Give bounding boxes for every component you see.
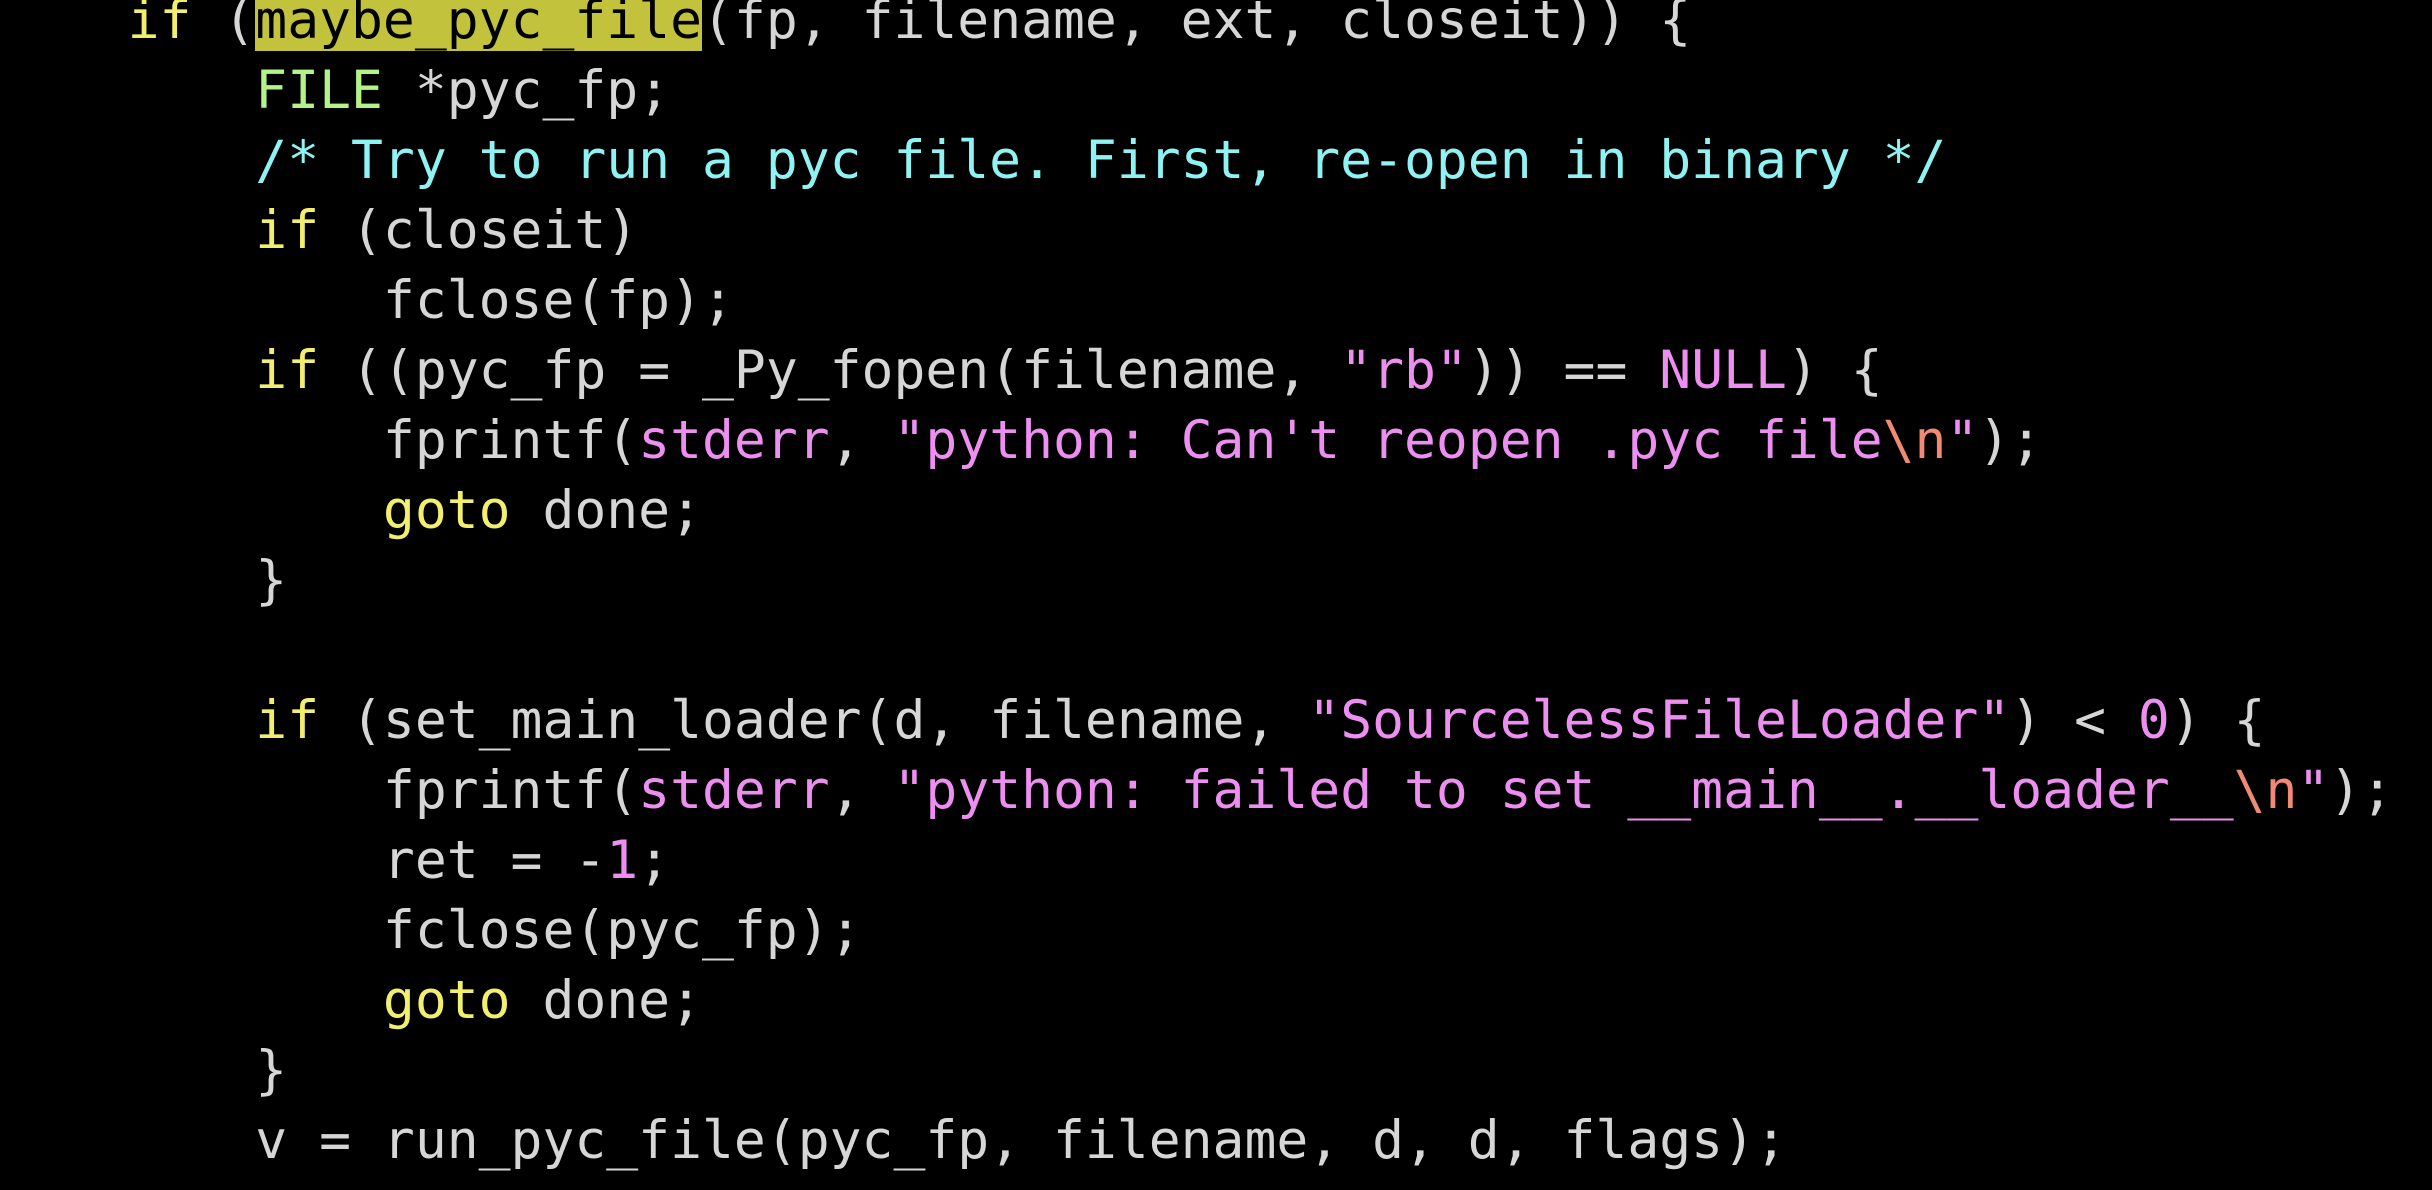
code-line[interactable]: FILE *pyc_fp; xyxy=(0,56,2393,126)
code-line[interactable]: if ((pyc_fp = _Py_fopen(filename, "rb"))… xyxy=(0,336,2393,406)
code-keyword: if xyxy=(255,200,320,261)
code-text: fclose(fp); xyxy=(0,270,734,331)
code-text: ( xyxy=(191,0,256,51)
code-text: ); xyxy=(2329,760,2394,821)
code-text: *pyc_fp; xyxy=(382,60,671,121)
code-text: (fp, filename, ext, closeit)) { xyxy=(702,0,1692,51)
code-line[interactable]: fclose(pyc_fp); xyxy=(0,896,2393,966)
code-line[interactable]: fprintf(stderr, "python: failed to set _… xyxy=(0,756,2393,826)
code-text: , xyxy=(829,760,894,821)
code-string: "python: Can't reopen .pyc file xyxy=(893,410,1883,471)
code-line[interactable]: fclose(fp); xyxy=(0,266,2393,336)
code-line[interactable]: /* Try to run a pyc file. First, re-open… xyxy=(0,126,2393,196)
code-text: (set_main_loader(d, filename, xyxy=(319,690,1309,751)
code-text: fprintf( xyxy=(0,760,639,821)
code-string: " xyxy=(2297,760,2330,821)
code-line[interactable]: goto done; xyxy=(0,966,2393,1036)
code-constant: stderr xyxy=(638,760,830,821)
code-line[interactable]: ret = -1; xyxy=(0,826,2393,896)
code-line[interactable]: goto done; xyxy=(0,476,2393,546)
code-escape: \n xyxy=(1882,410,1947,471)
code-text: ) { xyxy=(2169,690,2266,751)
code-comment: /* Try to run a pyc file. First, re-open… xyxy=(255,130,1947,191)
code-text: ) { xyxy=(1786,340,1883,401)
code-text: done; xyxy=(510,480,702,541)
code-line[interactable]: } xyxy=(0,1036,2393,1106)
code-keyword: if xyxy=(255,340,320,401)
search-match-highlight: maybe_pyc_file xyxy=(255,0,703,51)
code-string: "python: failed to set __main__.__loader… xyxy=(893,760,2234,821)
code-line[interactable]: ​ xyxy=(0,616,2393,686)
code-text: , xyxy=(829,410,894,471)
code-number: 1 xyxy=(606,830,639,891)
code-keyword: if xyxy=(127,0,192,51)
code-line[interactable]: fprintf(stderr, "python: Can't reopen .p… xyxy=(0,406,2393,476)
code-text: ; xyxy=(638,830,671,891)
code-text: ); xyxy=(1978,410,2043,471)
code-line[interactable]: } xyxy=(0,546,2393,616)
code-escape: \n xyxy=(2233,760,2298,821)
code-line[interactable]: v = run_pyc_file(pyc_fp, filename, d, d,… xyxy=(0,1106,2393,1176)
code-text: )) == xyxy=(1467,340,1660,401)
code-constant: stderr xyxy=(638,410,830,471)
code-text: ) < xyxy=(2010,690,2138,751)
code-keyword: goto xyxy=(382,970,511,1031)
code-string: "SourcelessFileLoader" xyxy=(1308,690,2011,751)
code-view[interactable]: if (maybe_pyc_file(fp, filename, ext, cl… xyxy=(0,0,2393,1176)
code-text: fprintf( xyxy=(0,410,639,471)
code-text: fclose(pyc_fp); xyxy=(0,900,862,961)
code-string: "rb" xyxy=(1340,340,1468,401)
code-keyword: if xyxy=(255,690,320,751)
code-text: done; xyxy=(510,970,702,1031)
code-keyword: goto xyxy=(382,480,511,541)
code-line[interactable]: if (closeit) xyxy=(0,196,2393,266)
code-number: 0 xyxy=(2137,690,2170,751)
code-editor[interactable]: if (maybe_pyc_file(fp, filename, ext, cl… xyxy=(0,0,2432,1190)
code-text: } xyxy=(0,1040,288,1101)
code-text: ((pyc_fp = _Py_fopen(filename, xyxy=(319,340,1341,401)
code-type: FILE xyxy=(255,60,383,121)
code-text: } xyxy=(0,550,288,611)
code-text: (closeit) xyxy=(319,200,639,261)
code-line[interactable]: if (maybe_pyc_file(fp, filename, ext, cl… xyxy=(0,0,2393,56)
code-line[interactable]: if (set_main_loader(d, filename, "Source… xyxy=(0,686,2393,756)
code-string: " xyxy=(1946,410,1979,471)
code-constant: NULL xyxy=(1659,340,1787,401)
code-text: ret = - xyxy=(0,830,607,891)
code-text: v = run_pyc_file(pyc_fp, filename, d, d,… xyxy=(0,1110,1787,1171)
